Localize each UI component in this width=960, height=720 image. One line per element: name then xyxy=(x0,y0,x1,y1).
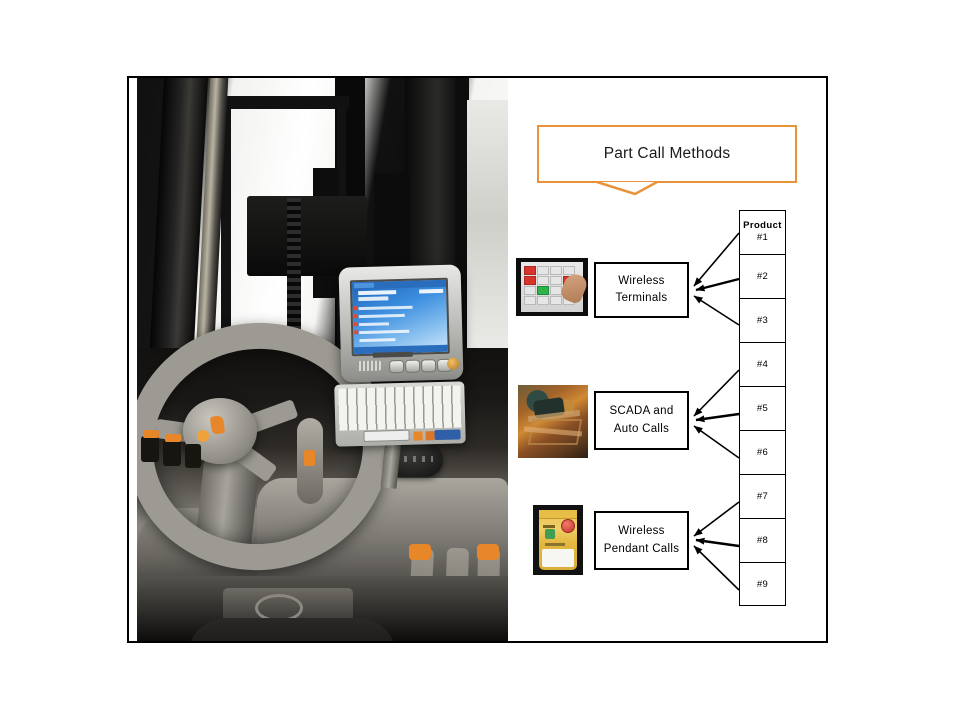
callout-tail xyxy=(596,181,658,196)
slide-canvas: Part Call Methods Wireless Terminals SCA… xyxy=(0,0,960,720)
control-pedal-grip xyxy=(409,544,431,560)
terminal-status-line xyxy=(358,313,405,319)
pendant-emergency-button xyxy=(561,519,575,533)
pendant-face-plate xyxy=(542,549,574,567)
indicator-light xyxy=(197,430,209,442)
control-lever-grip xyxy=(304,450,315,466)
pendant-label xyxy=(543,525,555,528)
product-cell-3[interactable]: #3 xyxy=(739,298,786,342)
operator-seat xyxy=(187,618,397,641)
product-cell-4[interactable]: #4 xyxy=(739,342,786,386)
terminal-display xyxy=(349,277,450,357)
touchscreen-keypad-image xyxy=(521,262,588,312)
terminal-function-button xyxy=(388,359,405,374)
fork-carriage xyxy=(247,196,367,276)
product-cell-5[interactable]: #5 xyxy=(739,386,786,430)
product-number: #3 xyxy=(756,315,769,326)
product-number: #4 xyxy=(756,359,769,370)
pendant-call-button xyxy=(545,529,555,539)
terminal-status-icon xyxy=(354,330,359,335)
method-label-line1: Wireless xyxy=(618,274,665,287)
terminal-power-button xyxy=(446,357,460,370)
keyboard-enter-key xyxy=(434,429,461,441)
rocker-switch xyxy=(163,440,181,466)
product-cell-7[interactable]: #7 xyxy=(739,474,786,518)
pendant-label xyxy=(545,543,565,546)
terminal-function-button xyxy=(404,359,421,373)
product-column-header: Product xyxy=(743,220,782,232)
product-cell-1[interactable]: Product #1 xyxy=(739,210,786,254)
rocker-switch xyxy=(185,444,201,468)
keyboard-orange-key xyxy=(425,431,435,441)
terminal-keyboard xyxy=(334,381,466,447)
keyboard-key-grid xyxy=(338,385,462,431)
product-number: #1 xyxy=(756,232,769,244)
title-callout-box: Part Call Methods xyxy=(537,125,797,183)
method-box-wireless-terminals[interactable]: Wireless Terminals xyxy=(594,262,689,318)
control-pedal-grip xyxy=(477,544,499,560)
rocker-switch xyxy=(141,436,159,462)
terminal-status-line xyxy=(359,338,396,343)
indicator-light xyxy=(165,434,181,442)
overhead-guard-beam xyxy=(219,96,349,109)
manufacturer-logo xyxy=(209,415,226,435)
pendant-top-band xyxy=(539,510,577,519)
control-knob-detail xyxy=(395,456,433,462)
terminal-status-line xyxy=(359,329,410,335)
terminal-status-icon xyxy=(353,314,358,319)
terminal-clock-text xyxy=(419,288,444,294)
terminal-status-line xyxy=(358,322,390,327)
terminal-status-icon xyxy=(353,306,358,311)
product-cell-9[interactable]: #9 xyxy=(739,562,786,606)
method-box-wireless-pendant-calls[interactable]: Wireless Pendant Calls xyxy=(594,511,689,570)
terminal-status-icon xyxy=(353,322,359,327)
product-cell-6[interactable]: #6 xyxy=(739,430,786,474)
terminal-function-button xyxy=(420,359,437,373)
keyboard-space-key xyxy=(363,429,410,442)
terminal-date-text xyxy=(358,296,389,302)
method-label-line2: Terminals xyxy=(615,292,668,304)
terminal-speaker-grille xyxy=(356,360,382,372)
method-label-line2: Auto Calls xyxy=(613,422,670,435)
method-label-line1: SCADA and xyxy=(609,405,674,418)
product-number: #9 xyxy=(756,578,769,590)
product-number: #7 xyxy=(756,491,769,502)
product-cell-2[interactable]: #2 xyxy=(739,254,786,298)
method-box-scada-auto-calls[interactable]: SCADA and Auto Calls xyxy=(594,391,689,450)
product-number: #2 xyxy=(756,271,769,282)
vehicle-mount-terminal xyxy=(338,264,464,383)
product-cell-8[interactable]: #8 xyxy=(739,518,786,562)
product-number: #8 xyxy=(756,535,769,546)
terminal-start-button xyxy=(353,282,375,289)
terminal-day-text xyxy=(358,290,397,296)
forklift-cab-photo xyxy=(137,78,508,641)
wireless-terminal-thumbnail xyxy=(516,258,588,316)
terminal-status-line xyxy=(358,305,413,311)
method-label-line1: Wireless xyxy=(618,525,665,538)
method-label-line2: Pendant Calls xyxy=(603,542,680,555)
page-title: Part Call Methods xyxy=(603,145,731,162)
terminal-brand-plate xyxy=(372,351,413,358)
product-number: #5 xyxy=(756,403,769,414)
indicator-light xyxy=(143,430,159,438)
wireless-pendant-thumbnail xyxy=(533,505,583,575)
product-number: #6 xyxy=(756,447,769,458)
product-column: Product #1 #2 #3 #4 #5 #6 #7 #8 #9 xyxy=(739,210,786,606)
scada-machinery-thumbnail xyxy=(518,385,588,458)
keyboard-orange-key xyxy=(413,431,423,441)
